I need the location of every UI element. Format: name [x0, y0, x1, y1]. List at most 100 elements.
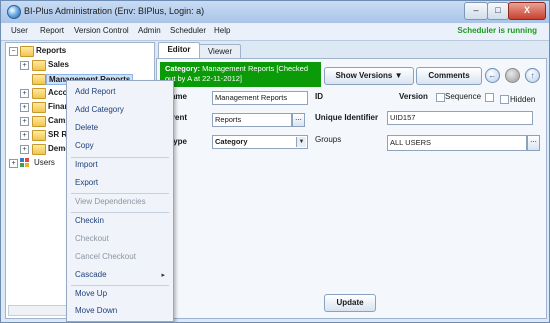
- version-label: Version: [399, 92, 428, 101]
- menu-item-label: Cancel Checkout: [75, 252, 136, 261]
- tree-item-finance[interactable]: + Finan: [8, 101, 69, 115]
- sequence-checkbox[interactable]: [485, 93, 494, 102]
- stop-icon[interactable]: [505, 68, 520, 83]
- menu-item-cascade[interactable]: Cascade ▸: [67, 267, 173, 284]
- menu-item-label: Copy: [75, 141, 94, 150]
- expand-icon[interactable]: +: [20, 103, 29, 112]
- groups-browse-button[interactable]: ...: [527, 135, 540, 151]
- menu-item-move-up[interactable]: Move Up: [67, 286, 173, 303]
- app-logo-icon: [7, 5, 21, 19]
- unique-identifier-field[interactable]: UID157: [387, 111, 533, 125]
- tree-item-campaigns[interactable]: + Camp: [8, 115, 70, 129]
- expand-icon[interactable]: +: [20, 61, 29, 70]
- folder-icon: [32, 88, 46, 99]
- banner-text: Category: Management Reports [Checked ou…: [165, 64, 320, 84]
- version-checkbox[interactable]: [436, 93, 445, 102]
- expand-icon[interactable]: +: [20, 145, 29, 154]
- type-select[interactable]: Category ▼: [212, 135, 308, 149]
- select-arrow-icon: ▼: [296, 137, 306, 147]
- update-button[interactable]: Update: [324, 294, 376, 312]
- editor-tabs: Editor Viewer: [156, 42, 546, 59]
- show-versions-label: Show Versions: [335, 71, 393, 80]
- show-versions-button[interactable]: Show Versions ▼: [324, 67, 414, 85]
- collapse-icon[interactable]: −: [9, 47, 18, 56]
- name-field[interactable]: Management Reports: [212, 91, 308, 105]
- menu-version-control[interactable]: Version Control: [74, 26, 129, 35]
- tab-viewer[interactable]: Viewer: [199, 44, 241, 59]
- id-label: ID: [315, 92, 323, 101]
- minimize-button[interactable]: –: [464, 2, 488, 20]
- menu-scheduler[interactable]: Scheduler: [170, 26, 206, 35]
- dropdown-arrow-icon: ▼: [394, 71, 403, 80]
- menu-admin[interactable]: Admin: [138, 26, 161, 35]
- menu-item-add-report[interactable]: Add Report: [67, 84, 173, 101]
- hidden-label: Hidden: [510, 95, 536, 104]
- tree-item-accounts[interactable]: + Accou: [8, 87, 72, 101]
- comments-button[interactable]: Comments: [416, 67, 482, 85]
- expand-icon[interactable]: +: [20, 89, 29, 98]
- menu-item-label: Export: [75, 178, 99, 187]
- parent-browse-button[interactable]: ...: [292, 113, 305, 127]
- menu-item-label: Add Report: [75, 87, 116, 96]
- menu-user[interactable]: User: [11, 26, 28, 35]
- tree-root-reports[interactable]: − Reports: [8, 45, 148, 59]
- menu-item-checkout: Checkout: [67, 231, 173, 248]
- tree-item-sr-reports[interactable]: + SR Re: [8, 129, 72, 143]
- parent-field[interactable]: Reports: [212, 113, 292, 127]
- menu-item-cancel-checkout: Cancel Checkout: [67, 249, 173, 266]
- menu-item-move-down[interactable]: Move Down: [67, 303, 173, 320]
- users-icon: [20, 158, 30, 168]
- menu-item-label: View Dependencies: [75, 197, 146, 206]
- menu-item-copy[interactable]: Copy: [67, 138, 173, 155]
- close-button[interactable]: X: [508, 2, 546, 20]
- unique-identifier-label: Unique Identifier: [315, 113, 379, 122]
- tab-editor[interactable]: Editor: [158, 42, 200, 59]
- title-bar: BI-Plus Administration (Env: BIPlus, Log…: [1, 1, 549, 23]
- submenu-arrow-icon: ▸: [161, 272, 165, 279]
- menu-item-label: Checkout: [75, 234, 109, 243]
- menu-help[interactable]: Help: [214, 26, 230, 35]
- menu-item-label: Delete: [75, 123, 99, 132]
- expand-icon[interactable]: +: [9, 159, 18, 168]
- expand-icon[interactable]: +: [20, 117, 29, 126]
- maximize-button[interactable]: □: [487, 2, 509, 20]
- hidden-checkbox[interactable]: [500, 95, 509, 104]
- app-window: BI-Plus Administration (Env: BIPlus, Log…: [0, 0, 550, 323]
- menu-item-label: Add Category: [75, 105, 124, 114]
- menu-item-label: Move Up: [75, 289, 108, 298]
- groups-label: Groups: [315, 135, 342, 144]
- expand-icon[interactable]: +: [20, 131, 29, 140]
- context-menu: Add Report Add Category Delete Copy Impo…: [66, 80, 174, 322]
- folder-icon: [32, 60, 46, 71]
- menu-report[interactable]: Report: [40, 26, 64, 35]
- tree-item-label: Sales: [48, 60, 69, 69]
- menu-item-checkin[interactable]: Checkin: [67, 213, 173, 230]
- menu-item-label: Checkin: [75, 216, 104, 225]
- menu-item-delete[interactable]: Delete: [67, 120, 173, 137]
- tree-item-sales[interactable]: + Sales: [8, 59, 148, 73]
- menu-item-add-category[interactable]: Add Category: [67, 102, 173, 119]
- menu-bar: User Report Version Control Admin Schedu…: [1, 23, 549, 41]
- menu-item-view-dependencies: View Dependencies: [67, 194, 173, 211]
- menu-item-export[interactable]: Export: [67, 175, 173, 192]
- menu-item-label: Import: [75, 160, 98, 169]
- category-banner: Category: Management Reports [Checked ou…: [160, 62, 321, 87]
- folder-icon: [32, 74, 46, 85]
- tree-item-label: Reports: [36, 46, 67, 55]
- back-arrow-icon[interactable]: ←: [485, 68, 500, 83]
- banner-label: Category:: [165, 64, 201, 73]
- groups-field[interactable]: ALL USERS: [387, 135, 527, 151]
- folder-open-icon: [20, 46, 34, 57]
- scheduler-status: Scheduler is running: [457, 26, 537, 35]
- tree-item-label: Users: [34, 158, 55, 167]
- up-arrow-icon[interactable]: ↑: [525, 68, 540, 83]
- type-value: Category: [215, 137, 248, 146]
- folder-icon: [32, 130, 46, 141]
- tree-item-demo[interactable]: + Demo: [8, 143, 70, 157]
- folder-icon: [32, 102, 46, 113]
- folder-icon: [32, 144, 46, 155]
- editor-panel: Category: Management Reports [Checked ou…: [156, 58, 547, 319]
- menu-item-import[interactable]: Import: [67, 157, 173, 174]
- menu-item-label: Cascade: [75, 270, 107, 279]
- tree-item-users[interactable]: + Users: [8, 157, 68, 171]
